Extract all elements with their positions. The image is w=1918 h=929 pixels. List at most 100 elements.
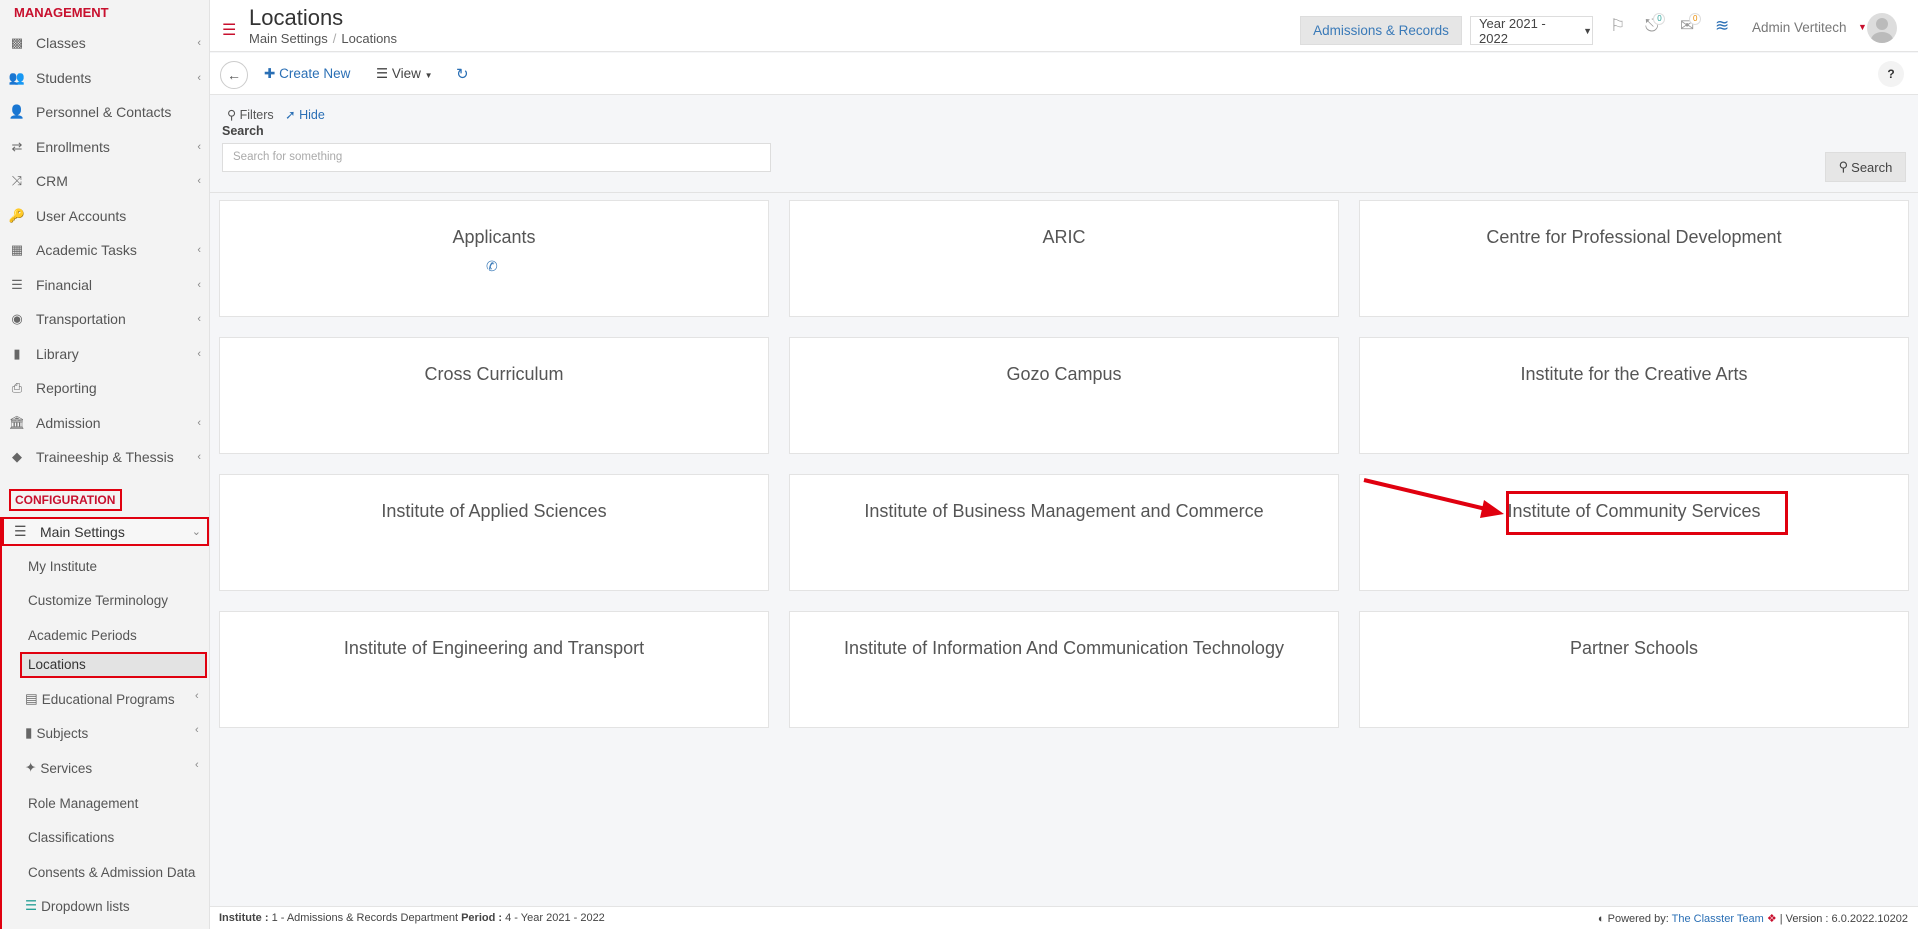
- sidebar-item-library[interactable]: ▮ Library ‹: [0, 337, 209, 372]
- sidebar-item-label: Classes: [36, 35, 86, 52]
- sidebar-item-label: Transportation: [36, 311, 126, 328]
- sidebar-subitem-customize-terminology[interactable]: Customize Terminology: [28, 589, 168, 611]
- personnel-icon: 👤: [8, 104, 26, 120]
- sidebar-item-label: Traineeship & Thessis: [36, 449, 174, 466]
- search-button[interactable]: ⚲ Search: [1825, 152, 1906, 182]
- caret-down-icon: ▼: [424, 71, 433, 80]
- sidebar-subitem-academic-periods[interactable]: Academic Periods: [28, 624, 137, 646]
- classter-team-link[interactable]: The Classter Team: [1672, 913, 1764, 925]
- configuration-header: CONFIGURATION: [9, 489, 122, 511]
- create-new-label: Create New: [279, 66, 351, 81]
- chevron-left-icon: ‹: [197, 71, 201, 84]
- sidebar-item-enrollments[interactable]: ⇄ Enrollments ‹: [0, 130, 209, 165]
- breadcrumb-item[interactable]: Main Settings: [249, 31, 328, 46]
- logo-icon: ❖: [1766, 913, 1777, 925]
- location-card-title: Institute of Engineering and Transport: [343, 638, 645, 658]
- sidebar-item-crm[interactable]: ⤨ CRM ‹: [0, 164, 209, 199]
- location-card[interactable]: Institute for the Creative Arts: [1359, 337, 1909, 454]
- sidebar-item-label: Admission: [36, 414, 101, 431]
- location-card[interactable]: Cross Curriculum: [219, 337, 769, 454]
- refresh-icon[interactable]: ↻: [456, 65, 469, 83]
- annotation-highlight-box: [1506, 491, 1788, 535]
- sidebar-item-financial[interactable]: ☰ Financial ‹: [0, 268, 209, 303]
- sidebar-item-label: Financial: [36, 276, 93, 293]
- sidebar-subitem-subjects[interactable]: ▮ Subjects: [25, 722, 88, 744]
- sidebar-item-reporting[interactable]: ⎙ Reporting: [0, 371, 209, 406]
- cube-icon: ◆: [12, 449, 22, 465]
- chevron-left-icon: ‹: [197, 451, 201, 464]
- sidebar-item-personnel[interactable]: 👤 Personnel & Contacts: [0, 95, 209, 130]
- printer-icon: ⎙: [11, 380, 23, 396]
- sidebar-subitem-classifications[interactable]: Classifications: [28, 826, 114, 848]
- sidebar-subitem-my-institute[interactable]: My Institute: [28, 555, 97, 577]
- hide-label: Hide: [299, 108, 325, 122]
- sidebar-subitem-educational-programs[interactable]: ▤ Educational Programs: [25, 688, 175, 710]
- sidebar-item-traineeship[interactable]: ◆ Traineeship & Thessis ‹: [0, 440, 209, 475]
- annotation-line: [0, 517, 2, 929]
- flag-icon[interactable]: ⚐: [1610, 16, 1625, 36]
- sidebar-subitem-consents[interactable]: Consents & Admission Data: [28, 861, 195, 883]
- period-label: Period :: [461, 912, 503, 924]
- sidebar-item-main-settings[interactable]: ☰ Main Settings ⌄: [2, 517, 209, 546]
- location-card[interactable]: Institute of Business Management and Com…: [789, 474, 1339, 591]
- caret-down-icon: ▼: [1583, 25, 1592, 36]
- location-card-title: Applicants: [452, 227, 536, 247]
- search-label: Search: [222, 124, 264, 138]
- location-card[interactable]: Institute of Information And Communicati…: [789, 611, 1339, 728]
- year-select[interactable]: Year 2021 - 2022 ▼: [1470, 16, 1593, 46]
- search-button-label: Search: [1851, 159, 1893, 175]
- sidebar-item-label: Students: [36, 69, 92, 86]
- sidebar-item-admission[interactable]: 🏛 Admission ‹: [0, 406, 209, 441]
- location-card[interactable]: Centre for Professional Development: [1359, 200, 1909, 317]
- sidebar-subitem-label: Educational Programs: [41, 691, 175, 707]
- sliders-icon: ☰: [14, 523, 27, 539]
- institute-value: 1 - Admissions & Records Department: [271, 912, 459, 924]
- chevron-left-icon: ‹: [195, 759, 199, 771]
- sidebar-item-transportation[interactable]: ◉ Transportation ‹: [0, 302, 209, 337]
- breadcrumb: Main Settings / Locations: [249, 31, 398, 46]
- books-icon: ▮: [13, 345, 21, 361]
- location-card-title: Institute of Business Management and Com…: [864, 501, 1264, 521]
- avatar[interactable]: [1867, 13, 1897, 43]
- location-card[interactable]: Applicants ✆: [219, 200, 769, 317]
- location-card[interactable]: Gozo Campus: [789, 337, 1339, 454]
- back-button[interactable]: ←: [220, 61, 248, 89]
- create-new-button[interactable]: ✚ Create New: [264, 66, 350, 82]
- sidebar-subitem-locations[interactable]: Locations: [20, 652, 207, 678]
- location-card[interactable]: Partner Schools: [1359, 611, 1909, 728]
- caret-down-icon[interactable]: ▼: [1858, 22, 1867, 32]
- sidebar-item-students[interactable]: 👥 Students ‹: [0, 61, 209, 96]
- hamburger-menu-icon[interactable]: ☰: [222, 20, 236, 40]
- sidebar-subitem-services[interactable]: ✦ Services: [25, 757, 92, 779]
- help-button[interactable]: ?: [1878, 61, 1904, 87]
- department-button[interactable]: Admissions & Records: [1300, 16, 1462, 45]
- user-name[interactable]: Admin Vertitech: [1752, 20, 1847, 35]
- sidebar: MANAGEMENT ▩ Classes ‹ 👥 Students ‹ 👤 Pe…: [0, 0, 210, 929]
- sidebar-item-label: Library: [36, 345, 79, 362]
- page-title: Locations: [249, 5, 344, 30]
- bell-icon[interactable]: ⎋ 0: [1645, 13, 1666, 36]
- location-card[interactable]: Institute of Applied Sciences: [219, 474, 769, 591]
- students-icon: 👥: [8, 69, 26, 85]
- chevron-left-icon: ‹: [197, 37, 201, 50]
- sidebar-item-academic-tasks[interactable]: ▦ Academic Tasks ‹: [0, 233, 209, 268]
- sidebar-subitem-dropdown-lists[interactable]: ☰ Dropdown lists: [25, 895, 130, 917]
- classter-logo-icon: ◐: [1597, 913, 1605, 925]
- powered-by-label: Powered by:: [1607, 913, 1669, 925]
- view-dropdown[interactable]: ☰ View ▼: [376, 66, 433, 82]
- location-card-title: Partner Schools: [1569, 638, 1699, 658]
- hide-filters-link[interactable]: ➚ Hide: [285, 108, 325, 122]
- location-card[interactable]: Institute of Engineering and Transport: [219, 611, 769, 728]
- layers-icon[interactable]: ≋: [1715, 16, 1729, 36]
- location-card[interactable]: ARIC: [789, 200, 1339, 317]
- envelope-icon[interactable]: ✉ 0: [1680, 13, 1702, 36]
- sidebar-item-user-accounts[interactable]: 🔑 User Accounts: [0, 199, 209, 234]
- search-input[interactable]: Search for something: [222, 143, 771, 172]
- coins-icon: ☰: [11, 276, 23, 292]
- view-label: View: [391, 66, 421, 81]
- phone-icon[interactable]: ✆: [486, 258, 498, 275]
- sidebar-item-classes[interactable]: ▩ Classes ‹: [0, 26, 209, 61]
- sidebar-subitem-role-management[interactable]: Role Management: [28, 792, 138, 814]
- chevron-left-icon: ‹: [197, 416, 201, 429]
- sidebar-item-label: User Accounts: [36, 207, 127, 224]
